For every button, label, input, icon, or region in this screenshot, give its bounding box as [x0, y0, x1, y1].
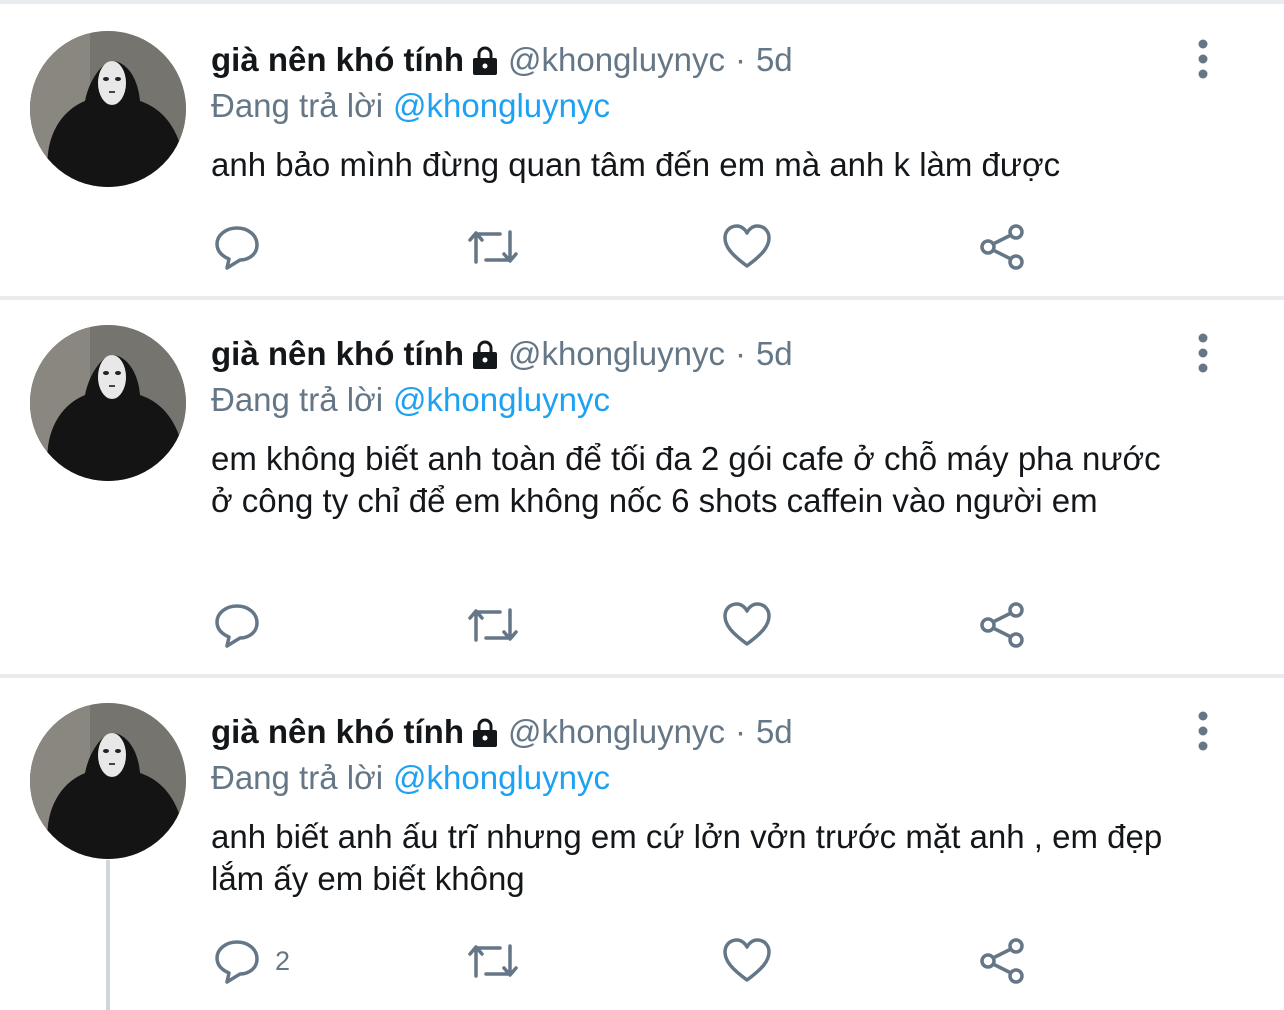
- heart-icon: [722, 222, 772, 272]
- more-vertical-icon[interactable]: [1188, 711, 1218, 751]
- tweet-header: già nên khó tính @khongluynyc · 5d: [211, 334, 793, 374]
- separator: ·: [734, 713, 746, 750]
- tweet-feed: già nên khó tính @khongluynyc · 5d Đang …: [0, 0, 1284, 1010]
- tweet-header: già nên khó tính @khongluynyc · 5d: [211, 40, 793, 80]
- mention-link[interactable]: @khongluynyc: [393, 381, 610, 418]
- avatar[interactable]: [30, 325, 186, 481]
- retweet-button[interactable]: [466, 600, 520, 650]
- replying-to-label: Đang trả lời: [211, 87, 384, 124]
- separator: ·: [734, 335, 746, 372]
- like-button[interactable]: [722, 936, 772, 986]
- reply-icon: [213, 222, 263, 272]
- share-button[interactable]: [978, 600, 1028, 650]
- reply-icon: [213, 936, 263, 986]
- tweet-text: anh bảo mình đừng quan tâm đến em mà anh…: [211, 146, 1061, 183]
- timestamp[interactable]: 5d: [756, 334, 793, 374]
- mention-link[interactable]: @khongluynyc: [393, 759, 610, 796]
- reply-button[interactable]: [213, 600, 275, 650]
- share-icon: [978, 936, 1028, 986]
- retweet-button[interactable]: [466, 222, 520, 272]
- lock-icon: [472, 717, 498, 747]
- replying-to: Đang trả lời @khongluynyc: [211, 380, 610, 420]
- tweet[interactable]: già nên khó tính @khongluynyc · 5d Đang …: [0, 678, 1284, 1010]
- handle[interactable]: @khongluynyc: [508, 40, 725, 80]
- more-vertical-icon[interactable]: [1188, 333, 1218, 373]
- reply-button[interactable]: [213, 222, 275, 272]
- share-button[interactable]: [978, 936, 1028, 986]
- more-vertical-icon[interactable]: [1188, 39, 1218, 79]
- reply-icon: [213, 600, 263, 650]
- tweet-text: anh biết anh ấu trĩ nhưng em cứ lởn vởn …: [211, 818, 1163, 897]
- lock-icon: [472, 45, 498, 75]
- heart-icon: [722, 600, 772, 650]
- replying-to-label: Đang trả lời: [211, 381, 384, 418]
- tweet[interactable]: già nên khó tính @khongluynyc · 5d Đang …: [0, 0, 1284, 296]
- replying-to-label: Đang trả lời: [211, 759, 384, 796]
- reply-count: 2: [275, 945, 291, 976]
- timestamp[interactable]: 5d: [756, 40, 793, 80]
- display-name[interactable]: già nên khó tính: [211, 334, 464, 374]
- retweet-icon: [466, 222, 520, 272]
- share-button[interactable]: [978, 222, 1028, 272]
- retweet-icon: [466, 600, 520, 650]
- like-button[interactable]: [722, 600, 772, 650]
- share-icon: [978, 222, 1028, 272]
- reply-button[interactable]: 2: [213, 936, 290, 986]
- tweet[interactable]: già nên khó tính @khongluynyc · 5d Đang …: [0, 300, 1284, 674]
- display-name[interactable]: già nên khó tính: [211, 712, 464, 752]
- thread-connector-line: [106, 860, 110, 1010]
- retweet-icon: [466, 936, 520, 986]
- avatar[interactable]: [30, 703, 186, 859]
- lock-icon: [472, 339, 498, 369]
- retweet-button[interactable]: [466, 936, 520, 986]
- separator: ·: [734, 41, 746, 78]
- heart-icon: [722, 936, 772, 986]
- avatar[interactable]: [30, 31, 186, 187]
- handle[interactable]: @khongluynyc: [508, 712, 725, 752]
- display-name[interactable]: già nên khó tính: [211, 40, 464, 80]
- mention-link[interactable]: @khongluynyc: [393, 87, 610, 124]
- share-icon: [978, 600, 1028, 650]
- timestamp[interactable]: 5d: [756, 712, 793, 752]
- replying-to: Đang trả lời @khongluynyc: [211, 758, 610, 798]
- tweet-header: già nên khó tính @khongluynyc · 5d: [211, 712, 793, 752]
- like-button[interactable]: [722, 222, 772, 272]
- tweet-text: em không biết anh toàn để tối đa 2 gói c…: [211, 440, 1161, 519]
- replying-to: Đang trả lời @khongluynyc: [211, 86, 610, 126]
- handle[interactable]: @khongluynyc: [508, 334, 725, 374]
